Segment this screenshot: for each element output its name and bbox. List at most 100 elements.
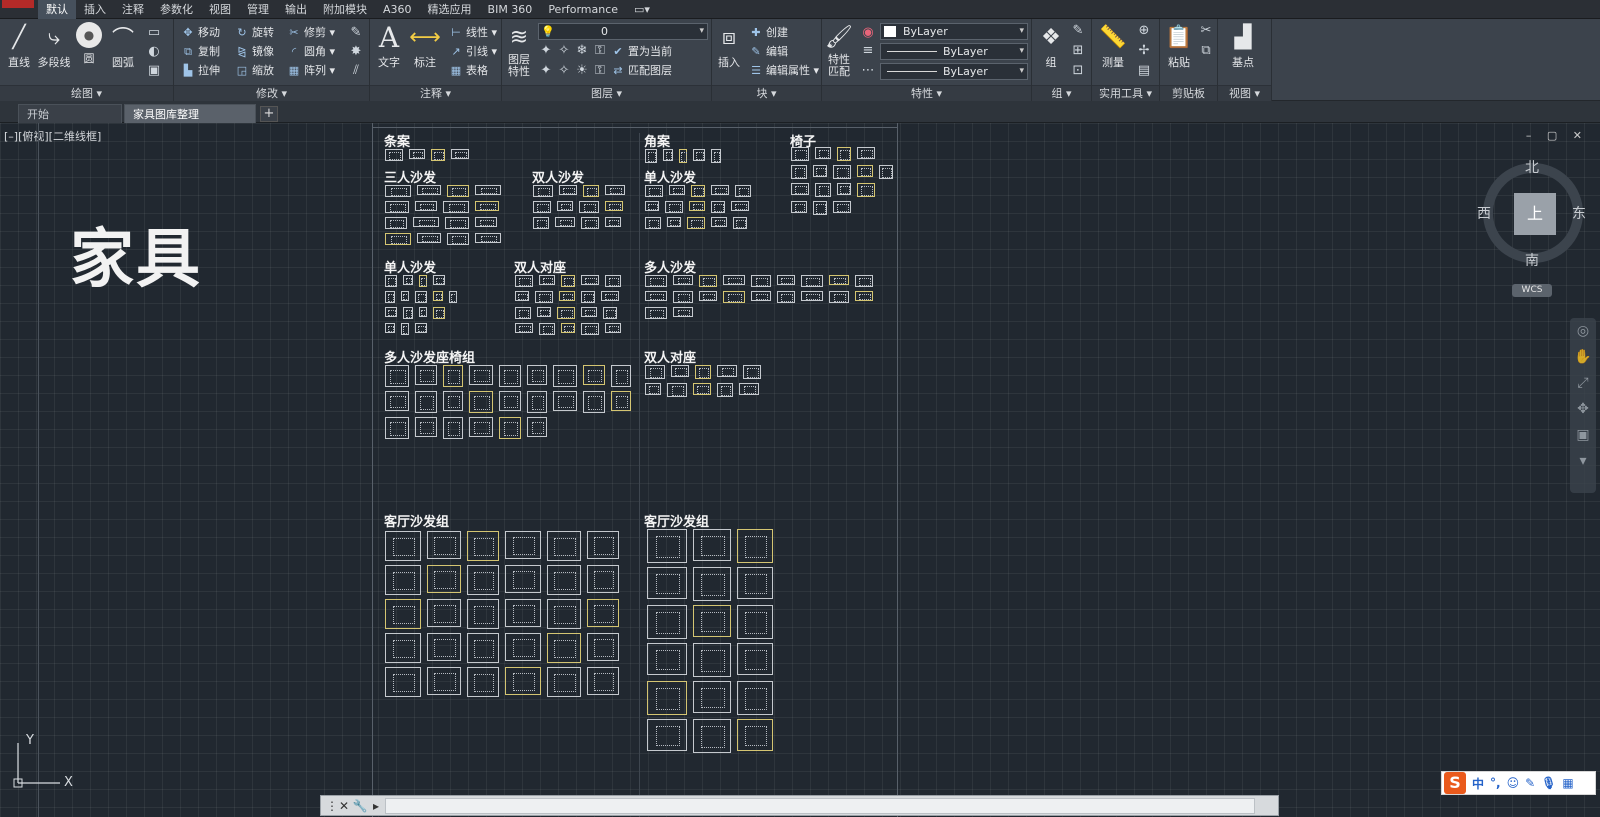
furniture-block[interactable] (717, 383, 733, 397)
furniture-block[interactable] (547, 531, 581, 561)
start-tab[interactable]: 开始 (18, 104, 122, 123)
furniture-block[interactable] (695, 365, 711, 379)
move-button[interactable]: ✥ 移动 (180, 23, 220, 42)
furniture-block[interactable] (415, 201, 437, 211)
orbit-icon[interactable]: ✥ (1570, 396, 1596, 422)
furniture-block[interactable] (515, 307, 531, 319)
furniture-block[interactable] (583, 365, 605, 385)
furniture-block[interactable] (751, 291, 771, 301)
furniture-block[interactable] (385, 599, 421, 629)
furniture-block[interactable] (737, 643, 773, 675)
furniture-block[interactable] (647, 719, 687, 751)
furniture-block[interactable] (415, 417, 437, 437)
group-button[interactable]: ❖ 组 (1036, 22, 1066, 70)
furniture-block[interactable] (699, 275, 717, 287)
furniture-block[interactable] (385, 391, 409, 411)
furniture-block[interactable] (417, 233, 441, 243)
furniture-block[interactable] (605, 323, 621, 333)
furniture-block[interactable] (645, 201, 659, 211)
viewcube-top-face[interactable]: 上 (1514, 193, 1556, 235)
layer-on-icon[interactable]: ✧ (556, 63, 572, 79)
furniture-block[interactable] (673, 291, 693, 303)
panel-modify-title[interactable]: 修改 ▾ (174, 85, 369, 101)
furniture-block[interactable] (587, 565, 619, 593)
pen-icon[interactable]: ✎ (1525, 776, 1535, 790)
furniture-block[interactable] (547, 565, 581, 595)
furniture-block[interactable] (533, 185, 553, 197)
furniture-block[interactable] (553, 391, 577, 411)
furniture-block[interactable] (385, 365, 409, 387)
furniture-block[interactable] (667, 383, 687, 397)
linetype-dropdown[interactable]: ByLayer ▾ (880, 63, 1028, 80)
furniture-block[interactable] (505, 531, 541, 559)
sogou-logo-icon[interactable]: S (1444, 772, 1466, 794)
insert-block-button[interactable]: ⧈ 插入 (714, 22, 744, 70)
layer-isolate-icon[interactable]: ✦ (538, 43, 554, 59)
furniture-block[interactable] (385, 531, 421, 561)
furniture-block[interactable] (711, 201, 725, 213)
application-menu-button[interactable] (2, 0, 34, 8)
toolbox-icon[interactable]: ▦ (1562, 776, 1573, 790)
layer-properties-button[interactable]: ≋ 图层 特性 (504, 22, 534, 78)
furniture-block[interactable] (587, 599, 619, 627)
furniture-block[interactable] (815, 183, 831, 197)
furniture-block[interactable] (419, 275, 427, 287)
polyline-button[interactable]: ⤷ 多段线 (36, 22, 72, 70)
tab-performance[interactable]: Performance (540, 0, 626, 19)
panel-utilities-title[interactable]: 实用工具 ▾ (1092, 85, 1159, 101)
furniture-block[interactable] (693, 383, 711, 395)
furniture-block[interactable] (559, 185, 577, 195)
furniture-block[interactable] (693, 149, 705, 161)
group-edit-icon[interactable]: ⊞ (1070, 43, 1086, 59)
furniture-block[interactable] (445, 217, 469, 229)
new-tab-button[interactable]: + (260, 106, 278, 122)
furniture-block[interactable] (505, 599, 541, 627)
tab-default[interactable]: 默认 (38, 0, 76, 19)
furniture-block[interactable] (447, 185, 469, 197)
emoji-icon[interactable]: ☺ (1507, 776, 1520, 790)
ungroup-icon[interactable]: ✎ (1070, 23, 1086, 39)
tab-addins[interactable]: 附加模块 (315, 0, 375, 19)
command-prompt-icon[interactable]: ▸ (367, 797, 385, 815)
furniture-block[interactable] (499, 391, 521, 411)
layer-unisolate-icon[interactable]: ✦ (538, 63, 554, 79)
furniture-block[interactable] (587, 667, 619, 695)
mirror-button[interactable]: ⧎ 镜像 (234, 42, 274, 61)
fillet-button[interactable]: ◜ 圆角 ▾ (286, 42, 335, 61)
panel-groups-title[interactable]: 组 ▾ (1032, 85, 1091, 101)
furniture-block[interactable] (443, 365, 463, 387)
command-input[interactable] (385, 798, 1255, 814)
furniture-block[interactable] (605, 275, 621, 287)
tab-output[interactable]: 输出 (277, 0, 315, 19)
furniture-block[interactable] (693, 605, 731, 637)
furniture-block[interactable] (527, 391, 547, 413)
cut-icon[interactable]: ✂ (1198, 23, 1214, 39)
leader-button[interactable]: ↗ 引线 ▾ (448, 42, 497, 61)
furniture-block[interactable] (647, 567, 687, 599)
viewport-controls[interactable]: [–][俯视][二维线框] (4, 128, 101, 144)
furniture-block[interactable] (443, 417, 463, 439)
furniture-block[interactable] (505, 667, 541, 695)
furniture-block[interactable] (751, 275, 771, 287)
boundary-icon[interactable]: ▣ (146, 63, 162, 79)
furniture-block[interactable] (451, 149, 469, 159)
dimension-button[interactable]: ⟷ 标注 (409, 22, 441, 70)
furniture-block[interactable] (433, 275, 445, 285)
tab-manage[interactable]: 管理 (239, 0, 277, 19)
furniture-block[interactable] (475, 217, 497, 227)
copy-button[interactable]: ⧉ 复制 (180, 42, 220, 61)
steering-wheel-icon[interactable]: ◎ (1570, 318, 1596, 344)
furniture-block[interactable] (791, 201, 807, 213)
furniture-block[interactable] (587, 531, 619, 559)
layer-off-icon[interactable]: ✧ (556, 43, 572, 59)
furniture-block[interactable] (743, 365, 761, 379)
layer-thaw-icon[interactable]: ☀ (574, 63, 590, 79)
compass-south[interactable]: 南 (1525, 250, 1539, 270)
furniture-block[interactable] (467, 599, 499, 629)
furniture-block[interactable] (401, 291, 409, 301)
furniture-block[interactable] (583, 185, 599, 197)
hatch-icon[interactable]: ◐ (146, 44, 162, 60)
edit-attributes-button[interactable]: ☰ 编辑属性 ▾ (748, 61, 819, 80)
erase-icon[interactable]: ✎ (348, 25, 364, 41)
furniture-block[interactable] (733, 217, 747, 229)
